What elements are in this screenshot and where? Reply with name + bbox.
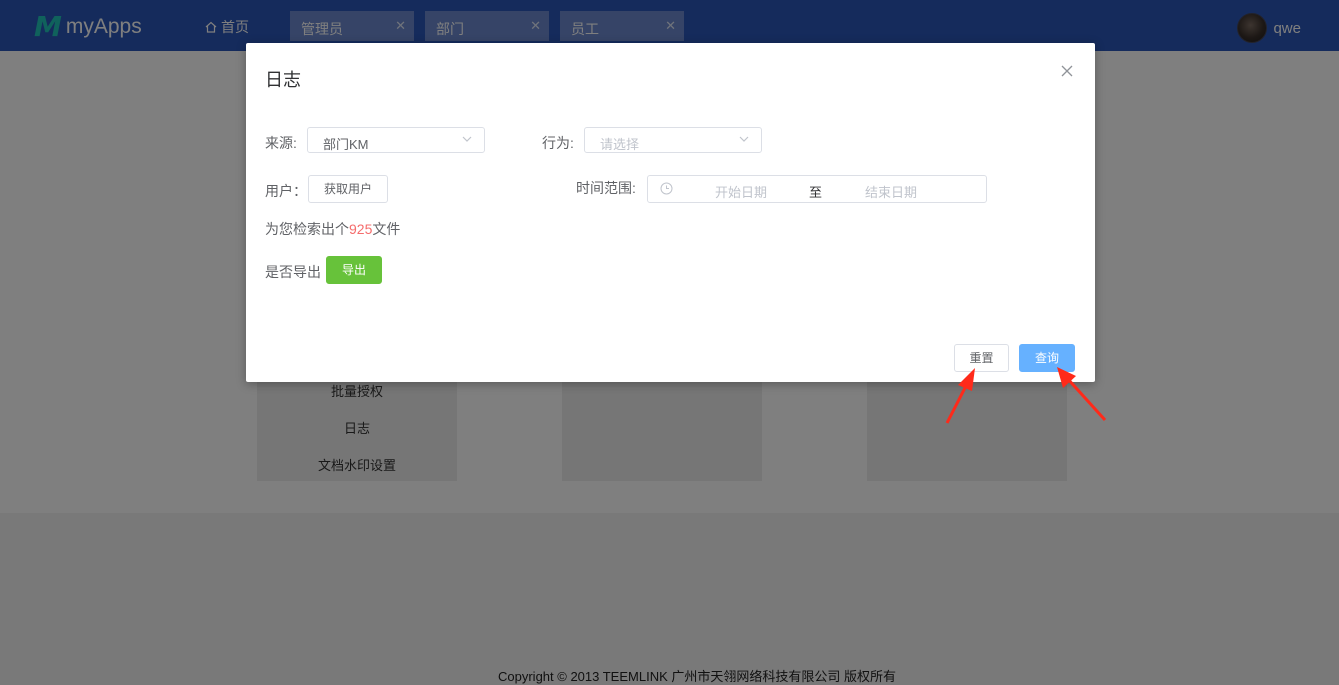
clock-icon bbox=[660, 182, 673, 195]
export-label: 是否导出 bbox=[265, 264, 321, 280]
chevron-down-icon bbox=[739, 136, 749, 142]
chevron-down-icon bbox=[462, 136, 472, 142]
close-icon[interactable] bbox=[1060, 64, 1074, 78]
export-button[interactable]: 导出 bbox=[326, 256, 382, 284]
date-range-picker[interactable]: 开始日期 至 结束日期 bbox=[647, 175, 987, 203]
start-date-input[interactable]: 开始日期 bbox=[715, 182, 767, 201]
log-dialog: 日志 来源: 部门KM 行为: 请选择 用户： 获取用户 时间范围: 开始日期 … bbox=[246, 43, 1095, 382]
source-label: 来源: bbox=[265, 135, 297, 151]
source-select[interactable]: 部门KM bbox=[307, 127, 485, 153]
user-label: 用户： bbox=[265, 183, 307, 199]
result-prefix: 为您检索出个 bbox=[265, 221, 349, 237]
dialog-title: 日志 bbox=[265, 70, 301, 90]
action-label: 行为: bbox=[542, 135, 574, 151]
result-count: 925 bbox=[349, 221, 373, 237]
action-placeholder: 请选择 bbox=[600, 137, 640, 152]
action-select[interactable]: 请选择 bbox=[584, 127, 762, 153]
time-range-label: 时间范围: bbox=[576, 180, 636, 196]
query-button[interactable]: 查询 bbox=[1019, 344, 1075, 372]
result-summary: 为您检索出个925文件 bbox=[265, 219, 400, 239]
range-separator: 至 bbox=[809, 185, 823, 200]
get-user-button[interactable]: 获取用户 bbox=[308, 175, 388, 203]
end-date-input[interactable]: 结束日期 bbox=[865, 182, 917, 201]
source-value: 部门KM bbox=[323, 137, 369, 152]
result-suffix: 文件 bbox=[372, 221, 401, 237]
reset-button[interactable]: 重置 bbox=[954, 344, 1009, 372]
